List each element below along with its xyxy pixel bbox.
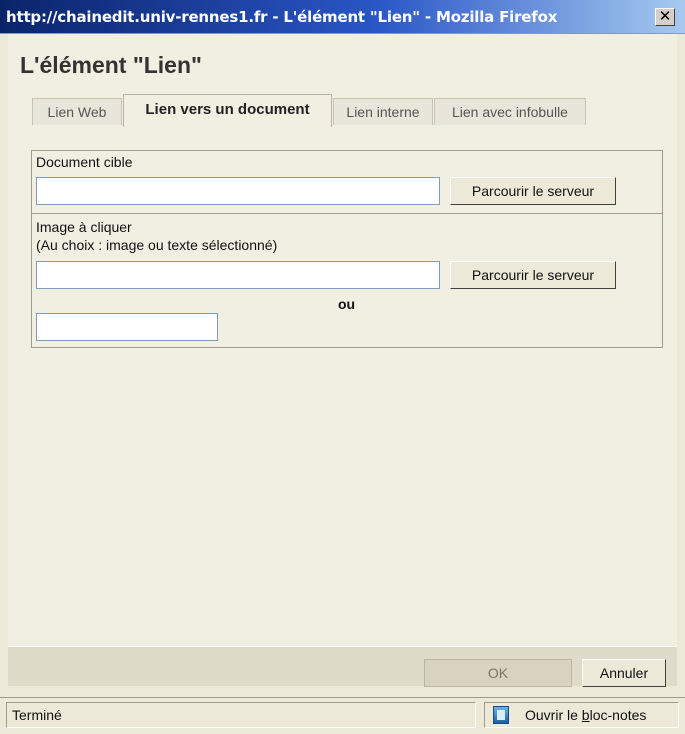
cancel-button[interactable]: Annuler (582, 659, 666, 687)
notepad-label-suffix: loc-notes (589, 707, 647, 723)
window-titlebar: http://chainedit.univ-rennes1.fr - L'élé… (0, 0, 685, 34)
status-text: Terminé (6, 702, 476, 728)
close-icon: ✕ (658, 7, 672, 25)
ok-button[interactable]: OK (424, 659, 572, 687)
window-title: http://chainedit.univ-rennes1.fr - L'élé… (6, 8, 558, 26)
document-cible-label: Document cible (36, 154, 133, 170)
notepad-label-accesskey: b (581, 707, 590, 723)
dialog-heading: L'élément "Lien" (20, 52, 202, 78)
dialog-footer: OK Annuler (8, 646, 677, 687)
tab-label: Lien Web (47, 104, 107, 120)
notepad-label-prefix: Ouvrir le (525, 707, 582, 723)
tab-lien-infobulle[interactable]: Lien avec infobulle (434, 98, 586, 125)
document-cible-input[interactable] (36, 177, 440, 205)
notepad-icon (493, 706, 509, 724)
browse-server-button-document[interactable]: Parcourir le serveur (450, 177, 616, 205)
tab-lien-web[interactable]: Lien Web (32, 98, 122, 125)
link-text-input[interactable] (36, 313, 218, 341)
status-bar: Terminé Ouvrir le bloc-notes (0, 697, 685, 734)
image-label: Image à cliquer (36, 219, 132, 235)
link-panel: Document cible Parcourir le serveur Imag… (31, 150, 663, 348)
open-notepad-button[interactable]: Ouvrir le bloc-notes (484, 702, 679, 728)
browse-server-button-image[interactable]: Parcourir le serveur (450, 261, 616, 289)
link-dialog: L'élément "Lien" Lien Web Lien vers un d… (8, 34, 677, 687)
tab-lien-document[interactable]: Lien vers un document (123, 94, 332, 127)
or-label: ou (338, 296, 356, 312)
panel-divider (32, 213, 662, 214)
tab-label: Lien interne (346, 104, 420, 120)
tab-label: Lien vers un document (145, 101, 310, 118)
notepad-label: Ouvrir le bloc-notes (525, 703, 646, 727)
tab-lien-interne[interactable]: Lien interne (333, 98, 433, 125)
image-hint: (Au choix : image ou texte sélectionné) (36, 237, 278, 253)
tab-label: Lien avec infobulle (452, 104, 568, 120)
image-input[interactable] (36, 261, 440, 289)
close-button[interactable]: ✕ (655, 8, 675, 26)
